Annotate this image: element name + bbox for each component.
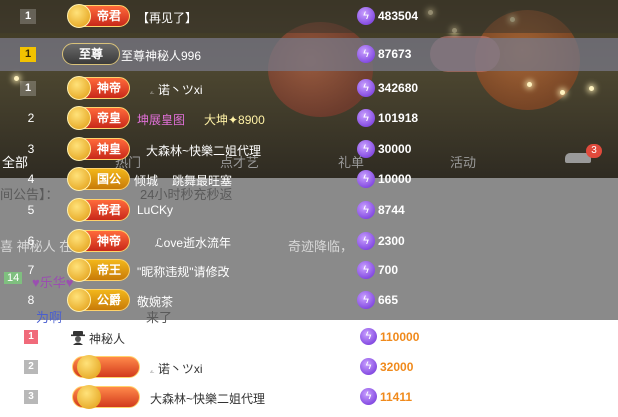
contribution-value: 665 xyxy=(378,293,399,307)
user-name[interactable]: 神秘人 xyxy=(89,330,125,347)
user-name-suffix: 跳舞最旺塞 xyxy=(172,174,233,188)
crest-icon xyxy=(67,106,91,130)
contribution-value: 110000 xyxy=(380,330,420,344)
crest-icon xyxy=(67,4,91,28)
crest-icon xyxy=(77,385,101,409)
rank-number: 1 xyxy=(20,81,36,96)
contribution-value: 32000 xyxy=(380,360,414,374)
user-name[interactable]: 大森林~快樂二姐代理 xyxy=(146,142,261,159)
contribution-value: 10000 xyxy=(378,172,412,186)
lightning-icon: ϟ xyxy=(357,170,375,188)
noble-badge: 国公 xyxy=(67,167,130,191)
crest-icon xyxy=(67,198,91,222)
lightning-icon: ϟ xyxy=(357,109,375,127)
list-row[interactable]: 3 大森林~快樂二姐代理 ϟ 11411 xyxy=(0,384,618,411)
user-name[interactable]: "昵称违规"请修改 xyxy=(137,263,230,280)
lightning-icon: ϟ xyxy=(357,45,375,63)
lightning-icon: ϟ xyxy=(360,328,377,345)
ranking-row[interactable]: 1 帝君 【再见了】 ϟ 483504 xyxy=(0,0,618,33)
lightning-icon: ϟ xyxy=(360,388,377,405)
user-name[interactable]: ۦ 诺丶ツxi xyxy=(150,81,203,98)
lightning-icon: ϟ xyxy=(357,140,375,158)
crest-icon xyxy=(77,355,101,379)
rank-number: 1 xyxy=(20,9,36,24)
contribution-value: 2300 xyxy=(378,234,405,248)
rank-number: 1 xyxy=(24,330,38,344)
noble-badge: 神皇 xyxy=(67,137,130,161)
noble-badge xyxy=(72,355,140,379)
user-name[interactable]: 大森林~快樂二姐代理 xyxy=(150,390,265,407)
rank-number: 5 xyxy=(27,203,35,217)
crest-icon xyxy=(67,167,91,191)
noble-badge: 神帝 xyxy=(67,229,130,253)
contribution-value: 30000 xyxy=(378,142,412,156)
noble-badge xyxy=(72,385,140,409)
contribution-value: 87673 xyxy=(378,47,412,61)
user-name[interactable]: ۦ 诺丶ツxi xyxy=(150,360,203,377)
user-name[interactable]: 倾城 xyxy=(134,172,158,189)
contribution-value: 483504 xyxy=(378,9,419,23)
ranking-row[interactable]: 2 帝皇 坤展皇图 大坤✦8900 ϟ 101918 xyxy=(0,102,618,135)
lightning-icon: ϟ xyxy=(357,201,375,219)
rank-number: 4 xyxy=(27,172,35,186)
noble-badge: 帝王 xyxy=(67,258,130,282)
crest-icon xyxy=(67,288,91,312)
user-name[interactable]: LuCKy xyxy=(137,203,173,217)
ranking-row[interactable]: 3 神皇 大森林~快樂二姐代理 ϟ 30000 xyxy=(0,133,618,166)
lightning-icon: ϟ xyxy=(357,261,375,279)
ranking-row[interactable]: 7 帝王 "昵称违规"请修改 ϟ 700 xyxy=(0,254,618,287)
ranking-row[interactable]: 8 公爵 敬婉茶 ϟ 665 xyxy=(0,284,618,317)
ranking-row[interactable]: 5 帝君 LuCKy ϟ 8744 xyxy=(0,194,618,227)
user-name[interactable]: 【再见了】 xyxy=(137,9,197,26)
crest-icon xyxy=(67,137,91,161)
rank-number: 3 xyxy=(27,142,35,156)
rank-number: 8 xyxy=(27,293,35,307)
user-name[interactable]: ℒove逝水流年 xyxy=(155,234,231,251)
ranking-row[interactable]: 4 国公 倾城 跳舞最旺塞 ϟ 10000 xyxy=(0,163,618,196)
rank-number: 2 xyxy=(27,111,35,125)
ranking-row[interactable]: 1 神帝 ۦ 诺丶ツxi ϟ 342680 xyxy=(0,72,618,105)
noble-badge: 帝皇 xyxy=(67,106,130,130)
list-row[interactable]: 2 ۦ 诺丶ツxi ϟ 32000 xyxy=(0,354,618,381)
contribution-value: 8744 xyxy=(378,203,405,217)
contribution-value: 342680 xyxy=(378,81,419,95)
rank-number: 2 xyxy=(24,360,38,374)
user-name[interactable]: 至尊神秘人996 xyxy=(121,47,201,64)
rank-number: 3 xyxy=(24,390,38,404)
noble-badge: 帝君 xyxy=(67,4,130,28)
user-name[interactable]: 坤展皇图 xyxy=(137,111,185,128)
user-name-suffix: 大坤✦8900 xyxy=(204,113,265,127)
noble-badge: 公爵 xyxy=(67,288,130,312)
contribution-value: 700 xyxy=(378,263,399,277)
contribution-value: 11411 xyxy=(380,390,413,404)
ranking-row-current-user[interactable]: 1 至尊 至尊神秘人996 ϟ 87673 xyxy=(0,38,618,71)
mystery-user-icon xyxy=(71,331,85,345)
lightning-icon: ϟ xyxy=(357,7,375,25)
crest-icon xyxy=(67,258,91,282)
user-name[interactable]: 敬婉茶 xyxy=(137,293,173,310)
rank-number: 6 xyxy=(27,234,35,248)
contribution-value: 101918 xyxy=(378,111,419,125)
lightning-icon: ϟ xyxy=(357,291,375,309)
rank-number: 1 xyxy=(20,47,36,62)
list-row[interactable]: 1 神秘人 ϟ 110000 xyxy=(0,324,618,351)
lightning-icon: ϟ xyxy=(357,79,375,97)
noble-badge: 神帝 xyxy=(67,76,130,100)
noble-badge: 帝君 xyxy=(67,198,130,222)
lightning-icon: ϟ xyxy=(360,358,377,375)
crest-icon xyxy=(67,76,91,100)
noble-badge: 至尊 xyxy=(62,43,120,65)
lightning-icon: ϟ xyxy=(357,232,375,250)
crest-icon xyxy=(67,229,91,253)
rank-number: 7 xyxy=(27,263,35,277)
